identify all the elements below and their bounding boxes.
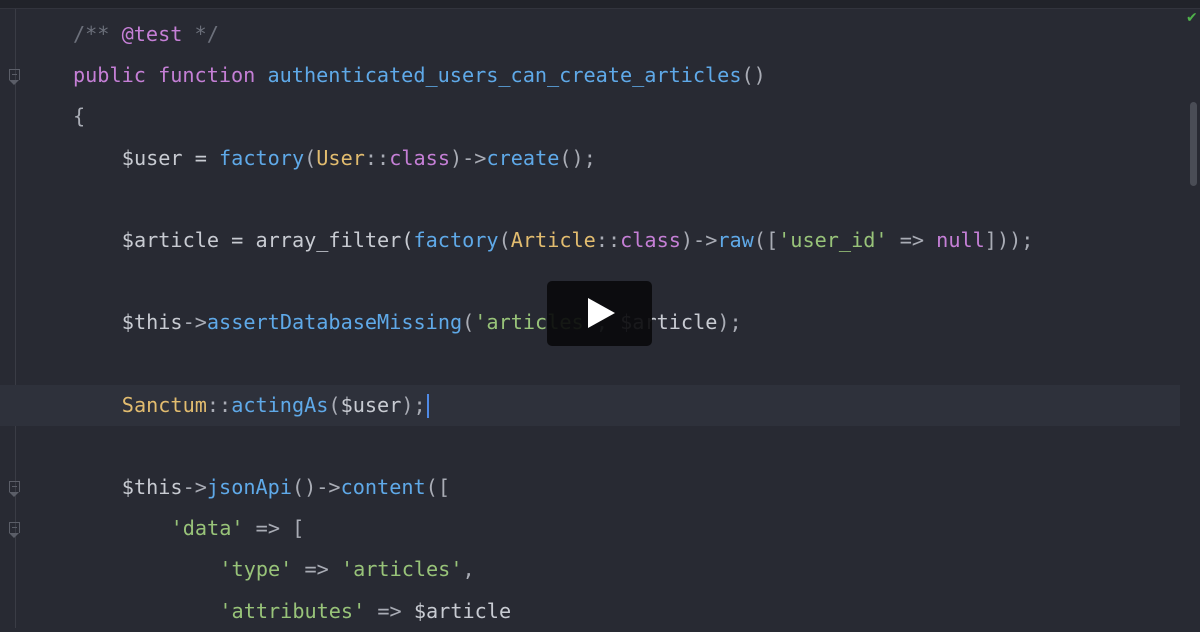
- editor-tab-bar: [0, 0, 1200, 9]
- code-token: =>: [365, 598, 414, 623]
- fold-marker-icon[interactable]: [9, 69, 20, 86]
- code-token: ->: [182, 310, 207, 335]
- code-token: User: [316, 145, 365, 170]
- code-line[interactable]: {: [0, 96, 1180, 137]
- code-token: $user =: [121, 145, 220, 170]
- code-token: ([: [425, 475, 450, 500]
- current-code-line[interactable]: Sanctum::actingAs($user);: [0, 384, 1180, 426]
- code-token: (: [328, 392, 341, 417]
- code-line[interactable]: $article = array_filter(factory(Article:…: [0, 220, 1180, 261]
- code-token: ([: [753, 227, 779, 252]
- code-token: public: [73, 63, 146, 88]
- code-token: Sanctum: [121, 392, 207, 417]
- code-token: );: [717, 310, 742, 335]
- code-token: (: [462, 310, 475, 335]
- code-token: =>: [292, 557, 341, 582]
- code-line[interactable]: $this->jsonApi()->content([: [0, 467, 1180, 508]
- code-line[interactable]: 'type' => 'articles',: [0, 549, 1180, 590]
- code-token: => [: [243, 516, 305, 541]
- code-line[interactable]: [0, 426, 1180, 467]
- code-token: content: [340, 475, 426, 500]
- vertical-scrollbar[interactable]: [1190, 102, 1197, 186]
- code-line[interactable]: public function authenticated_users_can_…: [0, 55, 1180, 96]
- code-token: create: [486, 145, 560, 170]
- code-token: /**: [73, 22, 122, 46]
- code-line[interactable]: 'data' => [: [0, 508, 1180, 549]
- code-token: ::: [595, 227, 621, 252]
- text-cursor: [426, 394, 429, 419]
- code-token: 'data': [170, 516, 244, 541]
- code-token: actingAs: [231, 392, 329, 417]
- code-token: Article: [510, 227, 596, 252]
- code-token: )->: [449, 145, 487, 170]
- code-token: @test: [121, 22, 183, 46]
- code-token: factory: [219, 145, 305, 170]
- code-token: ()->: [291, 475, 341, 500]
- code-token: jsonApi: [206, 475, 292, 500]
- code-token: 'articles': [340, 557, 463, 582]
- code-token: raw: [717, 227, 754, 252]
- code-token: $this: [121, 310, 183, 335]
- code-line[interactable]: 'attributes' => $article: [0, 591, 1180, 632]
- code-token: =>: [887, 227, 937, 252]
- code-token: class: [389, 145, 450, 170]
- fold-marker-icon[interactable]: [9, 522, 20, 539]
- code-line[interactable]: [0, 179, 1180, 220]
- code-token: )->: [680, 227, 718, 252]
- code-token: (: [498, 227, 511, 252]
- code-token: 'user_id': [778, 227, 888, 252]
- code-token: factory: [413, 227, 499, 252]
- code-token: ,: [462, 557, 475, 582]
- code-line[interactable]: /** @test */: [0, 14, 1180, 55]
- code-token: ::: [364, 145, 390, 170]
- code-token: $user: [340, 392, 402, 417]
- code-token: );: [401, 392, 426, 417]
- code-token: $article = array_filter(: [121, 227, 414, 252]
- code-token: (): [741, 63, 766, 88]
- code-token: ->: [182, 475, 207, 500]
- check-icon: ✔: [1186, 10, 1198, 26]
- code-token: 'type': [219, 557, 293, 582]
- code-token: 'attributes': [219, 598, 366, 623]
- code-token: ]));: [984, 227, 1034, 252]
- code-token: ();: [559, 145, 596, 170]
- code-line[interactable]: [0, 344, 1180, 385]
- code-token: null: [936, 227, 985, 252]
- play-button[interactable]: [547, 281, 652, 346]
- code-token: ::: [206, 392, 232, 417]
- fold-marker-icon[interactable]: [9, 481, 20, 498]
- code-token: class: [620, 227, 681, 252]
- code-token: $this: [121, 475, 183, 500]
- code-token: */: [182, 22, 219, 46]
- code-token: {: [73, 104, 86, 129]
- code-token: authenticated_users_can_create_articles: [267, 63, 742, 88]
- code-token: (: [304, 145, 317, 170]
- code-token: function: [158, 63, 256, 88]
- code-token: $article: [413, 598, 512, 623]
- code-line[interactable]: $user = factory(User::class)->create();: [0, 138, 1180, 179]
- code-token: assertDatabaseMissing: [206, 310, 463, 335]
